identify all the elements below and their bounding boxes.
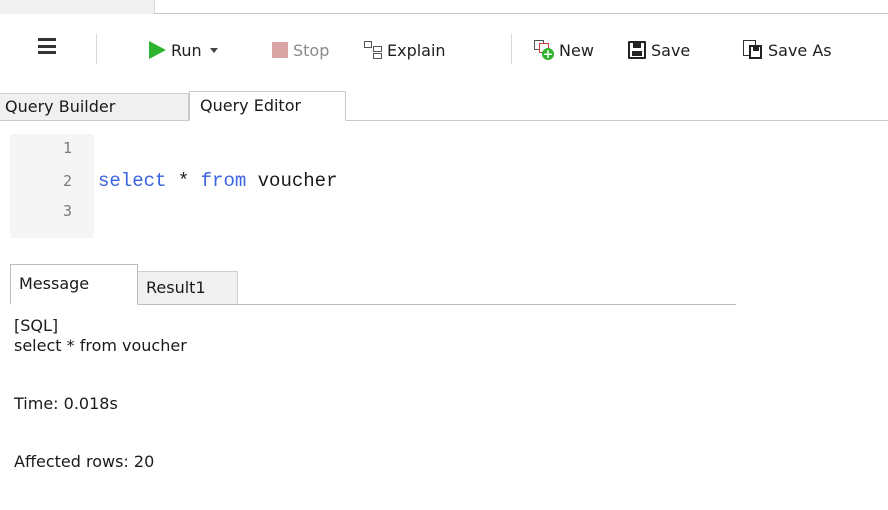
sql-editor[interactable]: 1 2 3 select * from voucher xyxy=(10,134,888,238)
save-as-button[interactable]: Save As xyxy=(743,36,832,64)
hamburger-menu-icon[interactable] xyxy=(38,38,56,54)
tab-result1[interactable]: Result1 xyxy=(138,271,238,305)
message-affected-rows: Affected rows: 20 xyxy=(14,452,155,471)
sql-keyword: from xyxy=(200,170,247,192)
save-button[interactable]: Save xyxy=(628,36,690,64)
line-number-gutter: 1 2 3 xyxy=(10,134,94,238)
query-tab-bar: Query Builder Query Editor xyxy=(0,82,888,122)
line-number: 3 xyxy=(62,202,72,220)
message-time: Time: 0.018s xyxy=(14,394,118,413)
save-label: Save xyxy=(651,40,691,60)
code-line[interactable]: select * from voucher xyxy=(98,170,337,192)
message-sql-header: [SQL] xyxy=(14,316,59,335)
tab-query-builder[interactable]: Query Builder xyxy=(0,93,189,121)
message-sql-text: select * from voucher xyxy=(14,336,187,355)
new-label: New xyxy=(559,40,594,60)
new-query-icon: + xyxy=(534,40,554,60)
run-button[interactable]: Run xyxy=(149,36,218,64)
save-icon xyxy=(628,41,646,59)
play-icon xyxy=(149,41,166,59)
top-tab-edge xyxy=(0,0,155,14)
line-number: 2 xyxy=(62,172,72,190)
tab-query-editor[interactable]: Query Editor xyxy=(189,91,346,121)
toolbar-separator xyxy=(96,34,97,64)
sql-table-name: voucher xyxy=(257,170,338,192)
run-label: Run xyxy=(171,40,202,60)
line-number: 1 xyxy=(62,139,72,157)
run-dropdown-caret-icon[interactable] xyxy=(209,47,218,53)
query-toolbar: Run Stop Explain + New Save Save As xyxy=(0,14,888,82)
stop-button[interactable]: Stop xyxy=(272,36,329,64)
sql-star: * xyxy=(177,170,190,192)
explain-button[interactable]: Explain xyxy=(364,36,446,64)
sql-keyword: select xyxy=(98,170,167,192)
window-top-strip xyxy=(0,0,888,14)
new-query-button[interactable]: + New xyxy=(534,36,594,64)
toolbar-separator xyxy=(511,34,512,64)
result-tab-bar: Message Result1 xyxy=(10,264,736,306)
save-as-icon xyxy=(743,40,763,60)
stop-label: Stop xyxy=(293,40,330,60)
tab-message[interactable]: Message xyxy=(10,264,138,305)
explain-icon xyxy=(364,41,382,59)
explain-label: Explain xyxy=(387,40,446,60)
stop-icon xyxy=(272,42,288,58)
tab-bar-baseline xyxy=(0,120,888,121)
save-as-label: Save As xyxy=(768,40,832,60)
